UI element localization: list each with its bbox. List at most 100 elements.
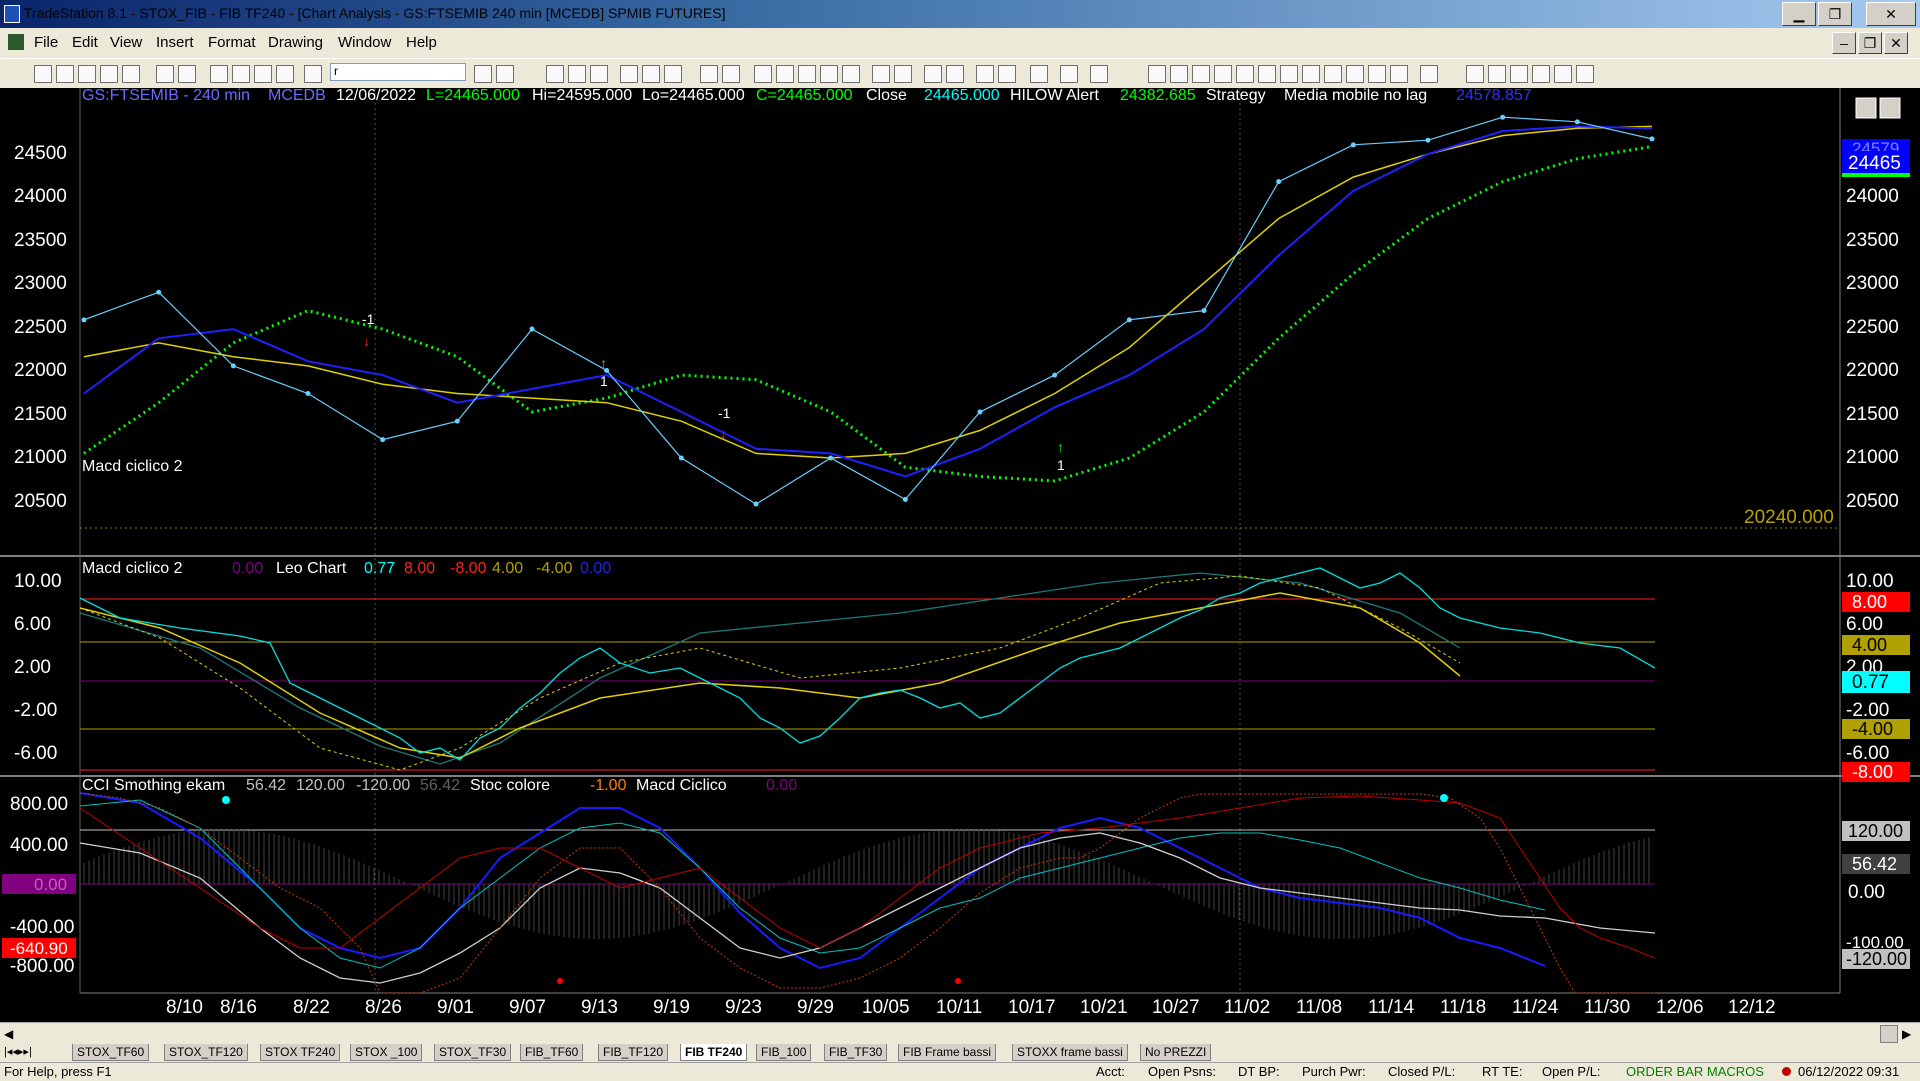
- rectangle-icon[interactable]: [1554, 65, 1572, 83]
- horizontal-line-icon[interactable]: [1192, 65, 1210, 83]
- indicator-icon[interactable]: [546, 65, 564, 83]
- tab-nav-icon[interactable]: |◂◂▸▸|: [4, 1045, 32, 1058]
- channel-icon[interactable]: [1214, 65, 1232, 83]
- zoom-out-bars-icon[interactable]: [894, 65, 912, 83]
- maximize-button[interactable]: ❐: [1818, 2, 1852, 26]
- format-icon[interactable]: [210, 65, 228, 83]
- tab-stox-100[interactable]: STOX _100: [350, 1044, 423, 1061]
- candle-icon[interactable]: [798, 65, 816, 83]
- child-close-button[interactable]: ✕: [1884, 32, 1908, 54]
- tools-icon[interactable]: [1030, 65, 1048, 83]
- open-icon[interactable]: [56, 65, 74, 83]
- bar-chart-icon[interactable]: [820, 65, 838, 83]
- chart-svg[interactable]: GS:FTSEMIB - 240 min MCEDB 12/06/2022 L=…: [0, 87, 1920, 1022]
- signal-label: -1: [718, 405, 731, 421]
- price-tick: 22000: [14, 360, 67, 381]
- format-window-icon[interactable]: [232, 65, 250, 83]
- tab-fib-tf30[interactable]: FIB_TF30: [824, 1044, 888, 1061]
- close-button[interactable]: ✕: [1866, 2, 1916, 26]
- data-window-icon[interactable]: [754, 65, 772, 83]
- new-icon[interactable]: [34, 65, 52, 83]
- refresh-icon[interactable]: [664, 65, 682, 83]
- symbol-lookup-icon[interactable]: [496, 65, 514, 83]
- tab-stoxx-frame-bassi[interactable]: STOXX frame bassi: [1012, 1044, 1128, 1061]
- window-link-icon[interactable]: [700, 65, 718, 83]
- chart-area[interactable]: GS:FTSEMIB - 240 min MCEDB 12/06/2022 L=…: [0, 87, 1920, 1022]
- strategy-icon[interactable]: [568, 65, 586, 83]
- macro-icon[interactable]: [1060, 65, 1078, 83]
- chart-style-icon[interactable]: [642, 65, 660, 83]
- chart-min-button[interactable]: [1855, 97, 1877, 119]
- parallel-icon[interactable]: [1346, 65, 1364, 83]
- fib-retracement-icon[interactable]: [1170, 65, 1188, 83]
- chart-type-icon[interactable]: [620, 65, 638, 83]
- up-arrow-icon[interactable]: [1510, 65, 1528, 83]
- tab-stox-tf240[interactable]: STOX TF240: [260, 1044, 341, 1061]
- tab-stox-tf60[interactable]: STOX_TF60: [72, 1044, 150, 1061]
- andrews-icon[interactable]: [1280, 65, 1298, 83]
- ellipse-icon[interactable]: [1532, 65, 1550, 83]
- bars-icon[interactable]: [590, 65, 608, 83]
- gann-icon[interactable]: [1236, 65, 1254, 83]
- tab-stox-tf120[interactable]: STOX_TF120: [164, 1044, 248, 1061]
- menu-format[interactable]: Format: [208, 34, 256, 51]
- fan-icon[interactable]: [1390, 65, 1408, 83]
- minimize-button[interactable]: ▁: [1782, 2, 1816, 26]
- scroll-right-icon[interactable]: ▶: [1902, 1027, 1911, 1041]
- trade-icon[interactable]: [998, 65, 1016, 83]
- go-arrow-icon[interactable]: [474, 65, 492, 83]
- freehand-icon[interactable]: [1420, 65, 1438, 83]
- print-preview-icon[interactable]: [178, 65, 196, 83]
- scroll-left-icon[interactable]: ◀: [4, 1027, 13, 1041]
- down-arrow-icon[interactable]: [1488, 65, 1506, 83]
- child-minimize-button[interactable]: –: [1832, 32, 1856, 54]
- window-tile-icon[interactable]: [722, 65, 740, 83]
- insert-icon[interactable]: [276, 65, 294, 83]
- tab-stox-tf30[interactable]: STOX_TF30: [434, 1044, 512, 1061]
- tab-no-prezzi[interactable]: No PREZZI: [1140, 1044, 1212, 1061]
- menu-view[interactable]: View: [110, 34, 142, 51]
- lock-icon[interactable]: [304, 65, 322, 83]
- macd-tag: -6.00: [1846, 743, 1889, 764]
- menu-drawing[interactable]: Drawing: [268, 34, 323, 51]
- menu-insert[interactable]: Insert: [156, 34, 194, 51]
- tab-fib-frame-bassi[interactable]: FIB Frame bassi: [898, 1044, 997, 1061]
- tab-fib-tf120[interactable]: FIB_TF120: [598, 1044, 669, 1061]
- menu-file[interactable]: File: [34, 34, 58, 51]
- new-workspace-icon[interactable]: [100, 65, 118, 83]
- drawing-icon[interactable]: [254, 65, 272, 83]
- horizontal-scrollbar[interactable]: ◀ ▶: [0, 1022, 1920, 1045]
- alert-icon[interactable]: [776, 65, 794, 83]
- symbol-input[interactable]: r: [330, 63, 466, 81]
- tab-fib-tf240[interactable]: FIB TF240: [680, 1044, 748, 1061]
- signal-down-arrow-icon: ↓: [720, 425, 727, 441]
- save-icon[interactable]: [122, 65, 140, 83]
- menu-window[interactable]: Window: [338, 34, 391, 51]
- zoom-out-icon[interactable]: [946, 65, 964, 83]
- tab-fib-100[interactable]: FIB_100: [756, 1044, 812, 1061]
- zoom-in-icon[interactable]: [924, 65, 942, 83]
- date-tick: 9/01: [437, 997, 474, 1018]
- chart-restore-button[interactable]: [1879, 97, 1901, 119]
- child-restore-button[interactable]: ❐: [1858, 32, 1882, 54]
- trendline-icon[interactable]: [1148, 65, 1166, 83]
- tab-fib-tf60[interactable]: FIB_TF60: [520, 1044, 584, 1061]
- line-chart-icon[interactable]: [842, 65, 860, 83]
- open-workspace-icon[interactable]: [78, 65, 96, 83]
- arrow-lr-icon[interactable]: [1324, 65, 1342, 83]
- curve-icon[interactable]: [1466, 65, 1484, 83]
- regression-icon[interactable]: [1302, 65, 1320, 83]
- properties-icon[interactable]: [1090, 65, 1108, 83]
- text-icon[interactable]: [1576, 65, 1594, 83]
- menu-edit[interactable]: Edit: [72, 34, 98, 51]
- price-point: [1052, 372, 1058, 378]
- scroll-thumb[interactable]: [1880, 1025, 1898, 1043]
- speed-lines-icon[interactable]: [1258, 65, 1276, 83]
- status-orderbar[interactable]: ORDER BAR MACROS: [1626, 1064, 1764, 1079]
- pointer-icon[interactable]: [976, 65, 994, 83]
- arc-icon[interactable]: [1368, 65, 1386, 83]
- zoom-in-bars-icon[interactable]: [872, 65, 890, 83]
- print-icon[interactable]: [156, 65, 174, 83]
- chart-window-icon[interactable]: [8, 34, 24, 50]
- menu-help[interactable]: Help: [406, 34, 437, 51]
